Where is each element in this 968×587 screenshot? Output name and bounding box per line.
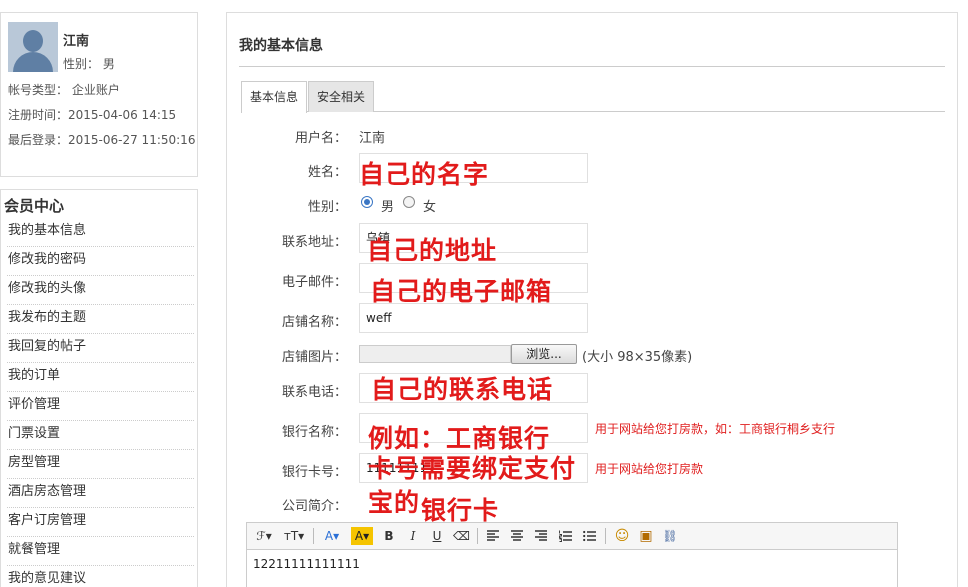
- profile-card: 江南 性别： 男 帐号类型： 企业账户 注册时间：2015-04-06 14:1…: [0, 12, 198, 177]
- link-icon[interactable]: ⛓: [661, 527, 679, 545]
- annotation-card-need-2: 宝的: [368, 488, 421, 517]
- profile-account-type: 帐号类型： 企业账户: [8, 83, 120, 97]
- font-size-icon[interactable]: тT▾: [281, 527, 307, 545]
- sidebar-menu: 我的基本信息 修改我的密码 修改我的头像 我发布的主题 我回复的帖子 我的订单 …: [7, 218, 194, 587]
- sidebar-item-tickets[interactable]: 门票设置: [7, 421, 194, 450]
- tab-bar: 基本信息 安全相关: [241, 81, 945, 113]
- sidebar-item-my-topics[interactable]: 我发布的主题: [7, 305, 194, 334]
- gender-female-label: 女: [423, 200, 437, 215]
- username-label: 用户名：: [294, 131, 347, 146]
- gender-male-label: 男: [381, 200, 395, 215]
- tab-security[interactable]: 安全相关: [308, 81, 375, 112]
- profile-name: 江南: [63, 34, 90, 49]
- editor-toolbar: ℱ▾ тT▾ A▾ A▾ B I U ⌫ ☺ ▣ ⛓: [247, 523, 897, 550]
- shop-name-input[interactable]: weff: [359, 303, 588, 333]
- profile-gender: 性别： 男: [63, 57, 115, 71]
- sidebar-item-change-password[interactable]: 修改我的密码: [7, 247, 194, 276]
- font-family-icon[interactable]: ℱ▾: [253, 527, 275, 545]
- annotation-address: 自己的地址: [367, 236, 498, 265]
- address-label: 联系地址：: [281, 235, 347, 250]
- avatar[interactable]: [8, 22, 58, 72]
- browse-button[interactable]: 浏览...: [511, 344, 577, 364]
- ordered-list-icon[interactable]: [557, 527, 573, 545]
- profile-register-time: 注册时间：2015-04-06 14:15: [8, 108, 177, 122]
- bold-icon[interactable]: B: [381, 527, 397, 545]
- avatar-body: [13, 52, 53, 72]
- gender-label: 性别：: [307, 200, 347, 215]
- align-center-icon[interactable]: [509, 527, 525, 545]
- company-intro-label: 公司简介：: [281, 499, 347, 514]
- shop-image-file-field[interactable]: [359, 345, 511, 363]
- toolbar-separator: [313, 528, 314, 544]
- tab-basic-info[interactable]: 基本信息: [241, 81, 308, 113]
- annotation-card-bank: 银行卡: [421, 496, 500, 525]
- title-divider: [239, 66, 945, 67]
- toolbar-separator: [477, 528, 478, 544]
- sidebar-item-my-orders[interactable]: 我的订单: [7, 363, 194, 392]
- realname-label: 姓名：: [307, 165, 347, 180]
- bank-name-label: 银行名称：: [281, 425, 347, 440]
- company-intro-editor[interactable]: ℱ▾ тT▾ A▾ A▾ B I U ⌫ ☺ ▣ ⛓ 1221111111111…: [246, 522, 898, 587]
- sidebar-item-dining[interactable]: 就餐管理: [7, 537, 194, 566]
- editor-content[interactable]: 12211111111111: [247, 550, 897, 578]
- align-right-icon[interactable]: [533, 527, 549, 545]
- underline-icon[interactable]: U: [429, 527, 445, 545]
- email-label: 电子邮件：: [281, 275, 347, 290]
- sidebar-item-room-types[interactable]: 房型管理: [7, 450, 194, 479]
- image-icon[interactable]: ▣: [637, 527, 655, 545]
- avatar-head: [23, 30, 43, 52]
- eraser-icon[interactable]: ⌫: [453, 527, 470, 545]
- annotation-bank-example: 例如：工商银行: [368, 424, 551, 453]
- gender-female-radio[interactable]: [403, 196, 415, 208]
- member-center-title: 会员中心: [4, 197, 65, 215]
- username-value: 江南: [359, 131, 386, 146]
- align-left-icon[interactable]: [485, 527, 501, 545]
- highlight-icon[interactable]: A▾: [351, 527, 373, 545]
- sidebar-item-feedback[interactable]: 我的意见建议: [7, 566, 194, 587]
- annotation-email: 自己的电子邮箱: [370, 277, 553, 306]
- annotation-name: 自己的名字: [359, 160, 490, 189]
- toolbar-separator: [605, 528, 606, 544]
- shop-name-label: 店铺名称：: [281, 315, 347, 330]
- profile-last-login: 最后登录：2015-06-27 11:50:16: [8, 133, 196, 147]
- bank-card-hint: 用于网站给您打房款: [595, 462, 704, 476]
- phone-label: 联系电话：: [281, 385, 347, 400]
- font-color-icon[interactable]: A▾: [321, 527, 343, 545]
- member-center-sidebar: 会员中心 我的基本信息 修改我的密码 修改我的头像 我发布的主题 我回复的帖子 …: [0, 189, 198, 587]
- bank-name-hint: 用于网站给您打房款，如：工商银行桐乡支行: [595, 422, 836, 436]
- page-title: 我的基本信息: [239, 38, 323, 54]
- unordered-list-icon[interactable]: [581, 527, 597, 545]
- sidebar-item-room-status[interactable]: 酒店房态管理: [7, 479, 194, 508]
- sidebar-item-basic-info[interactable]: 我的基本信息: [7, 218, 194, 247]
- sidebar-item-change-avatar[interactable]: 修改我的头像: [7, 276, 194, 305]
- italic-icon[interactable]: I: [405, 527, 421, 545]
- annotation-card-need: 卡号需要绑定支付: [368, 454, 577, 483]
- emoji-icon[interactable]: ☺: [613, 527, 631, 545]
- sidebar-item-reviews[interactable]: 评价管理: [7, 392, 194, 421]
- annotation-phone: 自己的联系电话: [371, 375, 554, 404]
- sidebar-item-bookings[interactable]: 客户订房管理: [7, 508, 194, 537]
- shop-image-label: 店铺图片：: [281, 350, 347, 365]
- bank-card-label: 银行卡号：: [281, 465, 347, 480]
- main-panel: 我的基本信息 基本信息 安全相关 用户名： 江南 姓名： 性别： 男 女 联系地…: [226, 12, 958, 587]
- shop-image-size-hint: (大小 98×35像素): [582, 350, 693, 365]
- gender-male-radio[interactable]: [361, 196, 373, 208]
- sidebar-item-my-replies[interactable]: 我回复的帖子: [7, 334, 194, 363]
